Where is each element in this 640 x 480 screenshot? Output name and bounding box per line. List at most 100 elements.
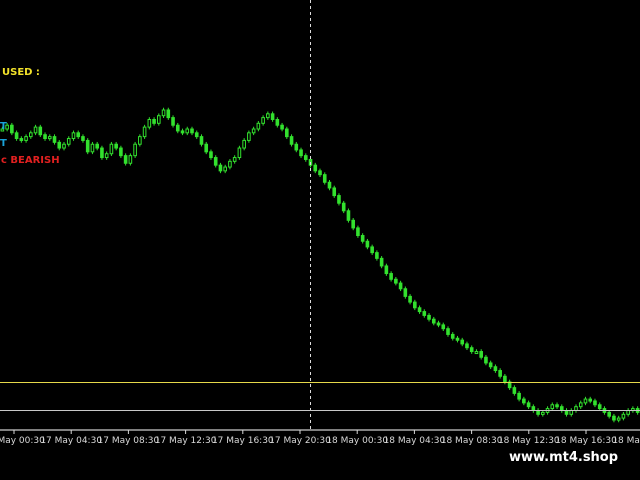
candle-body <box>351 219 355 229</box>
candle-body <box>455 337 460 341</box>
candle-body <box>597 404 602 410</box>
indicator-title: USED : <box>2 67 40 78</box>
candle-body <box>95 143 99 149</box>
candle-body <box>332 187 337 197</box>
candle-body <box>237 147 242 159</box>
candle-body <box>593 400 597 406</box>
candle-body <box>114 143 118 149</box>
candle-body <box>85 139 90 153</box>
candle-body <box>327 181 332 189</box>
candle-body <box>256 122 261 130</box>
candle-body <box>142 126 147 138</box>
candle-body <box>180 130 185 134</box>
x-axis-tick-label: 17 May 12:30 <box>155 436 217 446</box>
candle-body <box>52 136 57 143</box>
watermark-label: www.mt4.shop <box>497 446 630 469</box>
candle-body <box>574 406 578 411</box>
indicator-line-2: T <box>0 138 7 149</box>
candle-body <box>460 339 465 345</box>
candle-body <box>318 170 322 176</box>
candle-body <box>541 411 545 415</box>
candle-body <box>152 119 156 124</box>
candle-body <box>403 288 408 297</box>
candle-body <box>10 124 14 134</box>
x-axis-tick-label: 17 May 16:30 <box>212 436 274 446</box>
candle-body <box>626 409 630 415</box>
price-chart[interactable]: 17 May 00:3017 May 04:3017 May 08:3017 M… <box>0 0 640 480</box>
candle-body <box>450 333 455 339</box>
candle-body <box>503 375 507 383</box>
candle-body <box>109 143 114 155</box>
candle-body <box>436 322 441 326</box>
candle-body <box>498 370 502 377</box>
candle-body <box>588 398 593 402</box>
candle-body <box>199 136 204 145</box>
candle-body <box>104 153 109 159</box>
candle-body <box>218 164 223 172</box>
candle-body <box>427 314 431 320</box>
candle-body <box>389 273 393 280</box>
candle-body <box>398 282 403 290</box>
candle-body <box>360 235 365 242</box>
candle-body <box>441 324 446 330</box>
candle-body <box>370 246 374 254</box>
indicator-line-3: c BEARISH <box>1 155 60 166</box>
candle-body <box>223 166 227 172</box>
candle-body <box>313 164 318 172</box>
x-axis-tick-label: 18 May 04:30 <box>384 436 446 446</box>
candle-body <box>261 117 265 124</box>
candle-body <box>185 128 190 134</box>
candle-body <box>33 126 38 134</box>
candle-body <box>138 136 142 145</box>
candle-body <box>446 328 450 335</box>
candle-body <box>607 411 611 417</box>
candle-body <box>394 278 398 284</box>
candle-body <box>204 143 209 153</box>
x-axis-tick-label: 18 May 08:30 <box>441 436 503 446</box>
indicator-line-1: T <box>0 121 7 132</box>
candle-body <box>375 252 379 259</box>
candle-body <box>133 143 137 157</box>
candle-body <box>100 147 104 159</box>
candle-body <box>299 149 303 157</box>
candle-body <box>270 113 275 121</box>
candle-body <box>194 132 199 138</box>
candle-body <box>469 347 474 353</box>
candle-body <box>474 351 479 355</box>
candle-body <box>19 138 24 142</box>
candle-body <box>341 202 346 212</box>
candle-body <box>232 157 237 162</box>
candle-body <box>488 362 493 368</box>
x-axis-tick-label: 18 May 20:30 <box>612 436 640 446</box>
candle-body <box>171 117 175 126</box>
candle-body <box>337 195 341 204</box>
candle-body <box>38 126 43 136</box>
candle-body <box>612 415 616 421</box>
candle-body <box>484 356 488 364</box>
candle-body <box>493 366 498 372</box>
candle-body <box>621 413 626 419</box>
candle-body <box>14 132 19 140</box>
candle-body <box>57 141 62 149</box>
candle-body <box>384 265 389 275</box>
candle-body <box>431 318 436 324</box>
x-axis-tick-label: 18 May 12:30 <box>498 436 560 446</box>
candle-body <box>356 227 360 237</box>
x-axis-tick-label: 17 May 04:30 <box>40 436 102 446</box>
candle-body <box>365 240 370 248</box>
candle-body <box>555 404 559 408</box>
candle-body <box>71 132 76 140</box>
candle-body <box>43 134 47 140</box>
candle-body <box>228 160 232 168</box>
candle-body <box>247 132 251 141</box>
candle-body <box>550 404 555 410</box>
candle-body <box>559 406 564 411</box>
candle-body <box>157 115 161 124</box>
candle-body <box>24 136 28 141</box>
candle-body <box>578 402 583 408</box>
candle-body <box>242 139 246 149</box>
candle-body <box>616 417 621 421</box>
candle-body <box>479 351 483 358</box>
candle-body <box>147 119 152 128</box>
candle-body <box>531 406 536 411</box>
